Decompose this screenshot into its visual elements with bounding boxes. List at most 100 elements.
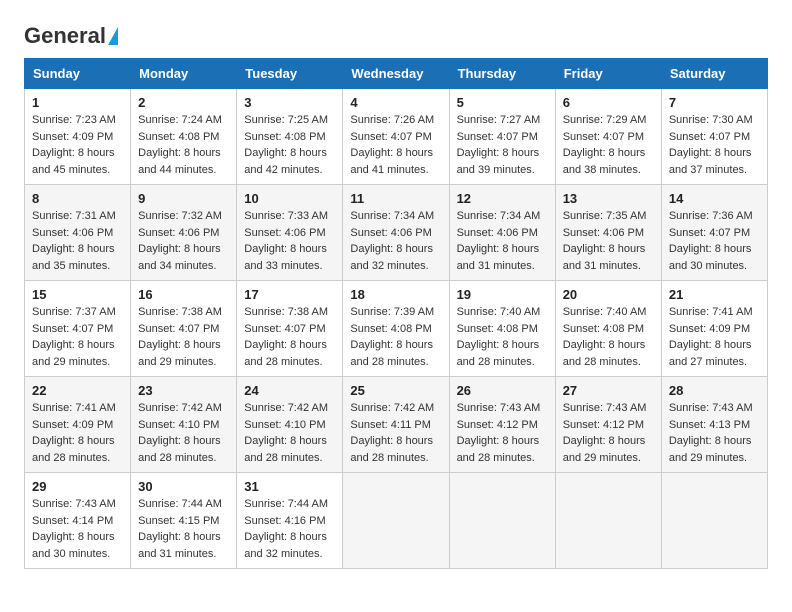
day-info: Sunrise: 7:41 AMSunset: 4:09 PMDaylight:… bbox=[669, 306, 753, 368]
calendar-cell: 23 Sunrise: 7:42 AMSunset: 4:10 PMDayligh… bbox=[131, 377, 237, 473]
day-info: Sunrise: 7:26 AMSunset: 4:07 PMDaylight:… bbox=[350, 114, 434, 176]
day-info: Sunrise: 7:40 AMSunset: 4:08 PMDaylight:… bbox=[563, 306, 647, 368]
day-info: Sunrise: 7:39 AMSunset: 4:08 PMDaylight:… bbox=[350, 306, 434, 368]
calendar-cell: 4 Sunrise: 7:26 AMSunset: 4:07 PMDaylight… bbox=[343, 89, 449, 185]
col-friday: Friday bbox=[555, 59, 661, 89]
day-info: Sunrise: 7:38 AMSunset: 4:07 PMDaylight:… bbox=[244, 306, 328, 368]
day-info: Sunrise: 7:32 AMSunset: 4:06 PMDaylight:… bbox=[138, 210, 222, 272]
day-info: Sunrise: 7:30 AMSunset: 4:07 PMDaylight:… bbox=[669, 114, 753, 176]
logo-general: General bbox=[24, 24, 106, 48]
day-number: 14 bbox=[669, 191, 760, 206]
day-number: 16 bbox=[138, 287, 229, 302]
day-info: Sunrise: 7:43 AMSunset: 4:12 PMDaylight:… bbox=[563, 402, 647, 464]
day-number: 20 bbox=[563, 287, 654, 302]
day-info: Sunrise: 7:43 AMSunset: 4:14 PMDaylight:… bbox=[32, 498, 116, 560]
day-number: 5 bbox=[457, 95, 548, 110]
day-number: 9 bbox=[138, 191, 229, 206]
col-sunday: Sunday bbox=[25, 59, 131, 89]
day-info: Sunrise: 7:23 AMSunset: 4:09 PMDaylight:… bbox=[32, 114, 116, 176]
col-saturday: Saturday bbox=[661, 59, 767, 89]
calendar-table: Sunday Monday Tuesday Wednesday Thursday… bbox=[24, 58, 768, 569]
day-number: 28 bbox=[669, 383, 760, 398]
day-number: 21 bbox=[669, 287, 760, 302]
calendar-cell: 19 Sunrise: 7:40 AMSunset: 4:08 PMDayligh… bbox=[449, 281, 555, 377]
day-info: Sunrise: 7:24 AMSunset: 4:08 PMDaylight:… bbox=[138, 114, 222, 176]
day-number: 29 bbox=[32, 479, 123, 494]
calendar-cell: 14 Sunrise: 7:36 AMSunset: 4:07 PMDayligh… bbox=[661, 185, 767, 281]
calendar-cell bbox=[661, 473, 767, 569]
day-number: 18 bbox=[350, 287, 441, 302]
calendar-cell bbox=[343, 473, 449, 569]
day-number: 26 bbox=[457, 383, 548, 398]
calendar-cell: 3 Sunrise: 7:25 AMSunset: 4:08 PMDaylight… bbox=[237, 89, 343, 185]
day-number: 23 bbox=[138, 383, 229, 398]
calendar-cell: 17Sunrise: 7:38 AMSunset: 4:07 PMDayligh… bbox=[237, 281, 343, 377]
calendar-cell: 29 Sunrise: 7:43 AMSunset: 4:14 PMDayligh… bbox=[25, 473, 131, 569]
col-tuesday: Tuesday bbox=[237, 59, 343, 89]
calendar-cell: 25 Sunrise: 7:42 AMSunset: 4:11 PMDayligh… bbox=[343, 377, 449, 473]
calendar-cell bbox=[449, 473, 555, 569]
day-number: 7 bbox=[669, 95, 760, 110]
day-info: Sunrise: 7:29 AMSunset: 4:07 PMDaylight:… bbox=[563, 114, 647, 176]
calendar-cell: 21 Sunrise: 7:41 AMSunset: 4:09 PMDayligh… bbox=[661, 281, 767, 377]
day-number: 31 bbox=[244, 479, 335, 494]
day-info: Sunrise: 7:27 AMSunset: 4:07 PMDaylight:… bbox=[457, 114, 541, 176]
calendar-cell: 10 Sunrise: 7:33 AMSunset: 4:06 PMDayligh… bbox=[237, 185, 343, 281]
calendar-cell: 6Sunrise: 7:29 AMSunset: 4:07 PMDaylight… bbox=[555, 89, 661, 185]
calendar-cell: 8 Sunrise: 7:31 AMSunset: 4:06 PMDaylight… bbox=[25, 185, 131, 281]
calendar-cell: 7 Sunrise: 7:30 AMSunset: 4:07 PMDaylight… bbox=[661, 89, 767, 185]
calendar-week-2: 8 Sunrise: 7:31 AMSunset: 4:06 PMDaylight… bbox=[25, 185, 768, 281]
day-info: Sunrise: 7:34 AMSunset: 4:06 PMDaylight:… bbox=[350, 210, 434, 272]
calendar-header: Sunday Monday Tuesday Wednesday Thursday… bbox=[25, 59, 768, 89]
day-number: 8 bbox=[32, 191, 123, 206]
calendar-cell: 30 Sunrise: 7:44 AMSunset: 4:15 PMDayligh… bbox=[131, 473, 237, 569]
col-monday: Monday bbox=[131, 59, 237, 89]
day-info: Sunrise: 7:34 AMSunset: 4:06 PMDaylight:… bbox=[457, 210, 541, 272]
calendar-cell: 13Sunrise: 7:35 AMSunset: 4:06 PMDayligh… bbox=[555, 185, 661, 281]
day-info: Sunrise: 7:35 AMSunset: 4:06 PMDaylight:… bbox=[563, 210, 647, 272]
calendar-cell: 5 Sunrise: 7:27 AMSunset: 4:07 PMDaylight… bbox=[449, 89, 555, 185]
calendar-cell: 11 Sunrise: 7:34 AMSunset: 4:06 PMDayligh… bbox=[343, 185, 449, 281]
day-info: Sunrise: 7:42 AMSunset: 4:11 PMDaylight:… bbox=[350, 402, 434, 464]
calendar-week-3: 15 Sunrise: 7:37 AMSunset: 4:07 PMDayligh… bbox=[25, 281, 768, 377]
day-number: 1 bbox=[32, 95, 123, 110]
day-info: Sunrise: 7:38 AMSunset: 4:07 PMDaylight:… bbox=[138, 306, 222, 368]
day-info: Sunrise: 7:25 AMSunset: 4:08 PMDaylight:… bbox=[244, 114, 328, 176]
calendar-cell: 28 Sunrise: 7:43 AMSunset: 4:13 PMDayligh… bbox=[661, 377, 767, 473]
day-number: 12 bbox=[457, 191, 548, 206]
day-info: Sunrise: 7:43 AMSunset: 4:13 PMDaylight:… bbox=[669, 402, 753, 464]
calendar-cell: 27 Sunrise: 7:43 AMSunset: 4:12 PMDayligh… bbox=[555, 377, 661, 473]
calendar-cell: 31Sunrise: 7:44 AMSunset: 4:16 PMDayligh… bbox=[237, 473, 343, 569]
calendar-cell: 9 Sunrise: 7:32 AMSunset: 4:06 PMDaylight… bbox=[131, 185, 237, 281]
page-header: General bbox=[24, 20, 768, 48]
day-number: 15 bbox=[32, 287, 123, 302]
day-number: 2 bbox=[138, 95, 229, 110]
day-number: 27 bbox=[563, 383, 654, 398]
day-number: 22 bbox=[32, 383, 123, 398]
day-info: Sunrise: 7:36 AMSunset: 4:07 PMDaylight:… bbox=[669, 210, 753, 272]
logo-triangle-icon bbox=[108, 27, 118, 45]
day-info: Sunrise: 7:37 AMSunset: 4:07 PMDaylight:… bbox=[32, 306, 116, 368]
day-info: Sunrise: 7:44 AMSunset: 4:15 PMDaylight:… bbox=[138, 498, 222, 560]
day-info: Sunrise: 7:43 AMSunset: 4:12 PMDaylight:… bbox=[457, 402, 541, 464]
day-info: Sunrise: 7:31 AMSunset: 4:06 PMDaylight:… bbox=[32, 210, 116, 272]
calendar-cell: 26 Sunrise: 7:43 AMSunset: 4:12 PMDayligh… bbox=[449, 377, 555, 473]
calendar-cell: 1 Sunrise: 7:23 AMSunset: 4:09 PMDaylight… bbox=[25, 89, 131, 185]
day-info: Sunrise: 7:40 AMSunset: 4:08 PMDaylight:… bbox=[457, 306, 541, 368]
day-number: 25 bbox=[350, 383, 441, 398]
day-info: Sunrise: 7:33 AMSunset: 4:06 PMDaylight:… bbox=[244, 210, 328, 272]
day-number: 10 bbox=[244, 191, 335, 206]
day-number: 11 bbox=[350, 191, 441, 206]
day-number: 19 bbox=[457, 287, 548, 302]
day-number: 4 bbox=[350, 95, 441, 110]
calendar-cell: 22Sunrise: 7:41 AMSunset: 4:09 PMDayligh… bbox=[25, 377, 131, 473]
day-number: 3 bbox=[244, 95, 335, 110]
day-number: 30 bbox=[138, 479, 229, 494]
day-number: 24 bbox=[244, 383, 335, 398]
calendar-cell bbox=[555, 473, 661, 569]
day-info: Sunrise: 7:42 AMSunset: 4:10 PMDaylight:… bbox=[244, 402, 328, 464]
col-thursday: Thursday bbox=[449, 59, 555, 89]
day-info: Sunrise: 7:42 AMSunset: 4:10 PMDaylight:… bbox=[138, 402, 222, 464]
calendar-week-4: 22Sunrise: 7:41 AMSunset: 4:09 PMDayligh… bbox=[25, 377, 768, 473]
calendar-cell: 24 Sunrise: 7:42 AMSunset: 4:10 PMDayligh… bbox=[237, 377, 343, 473]
